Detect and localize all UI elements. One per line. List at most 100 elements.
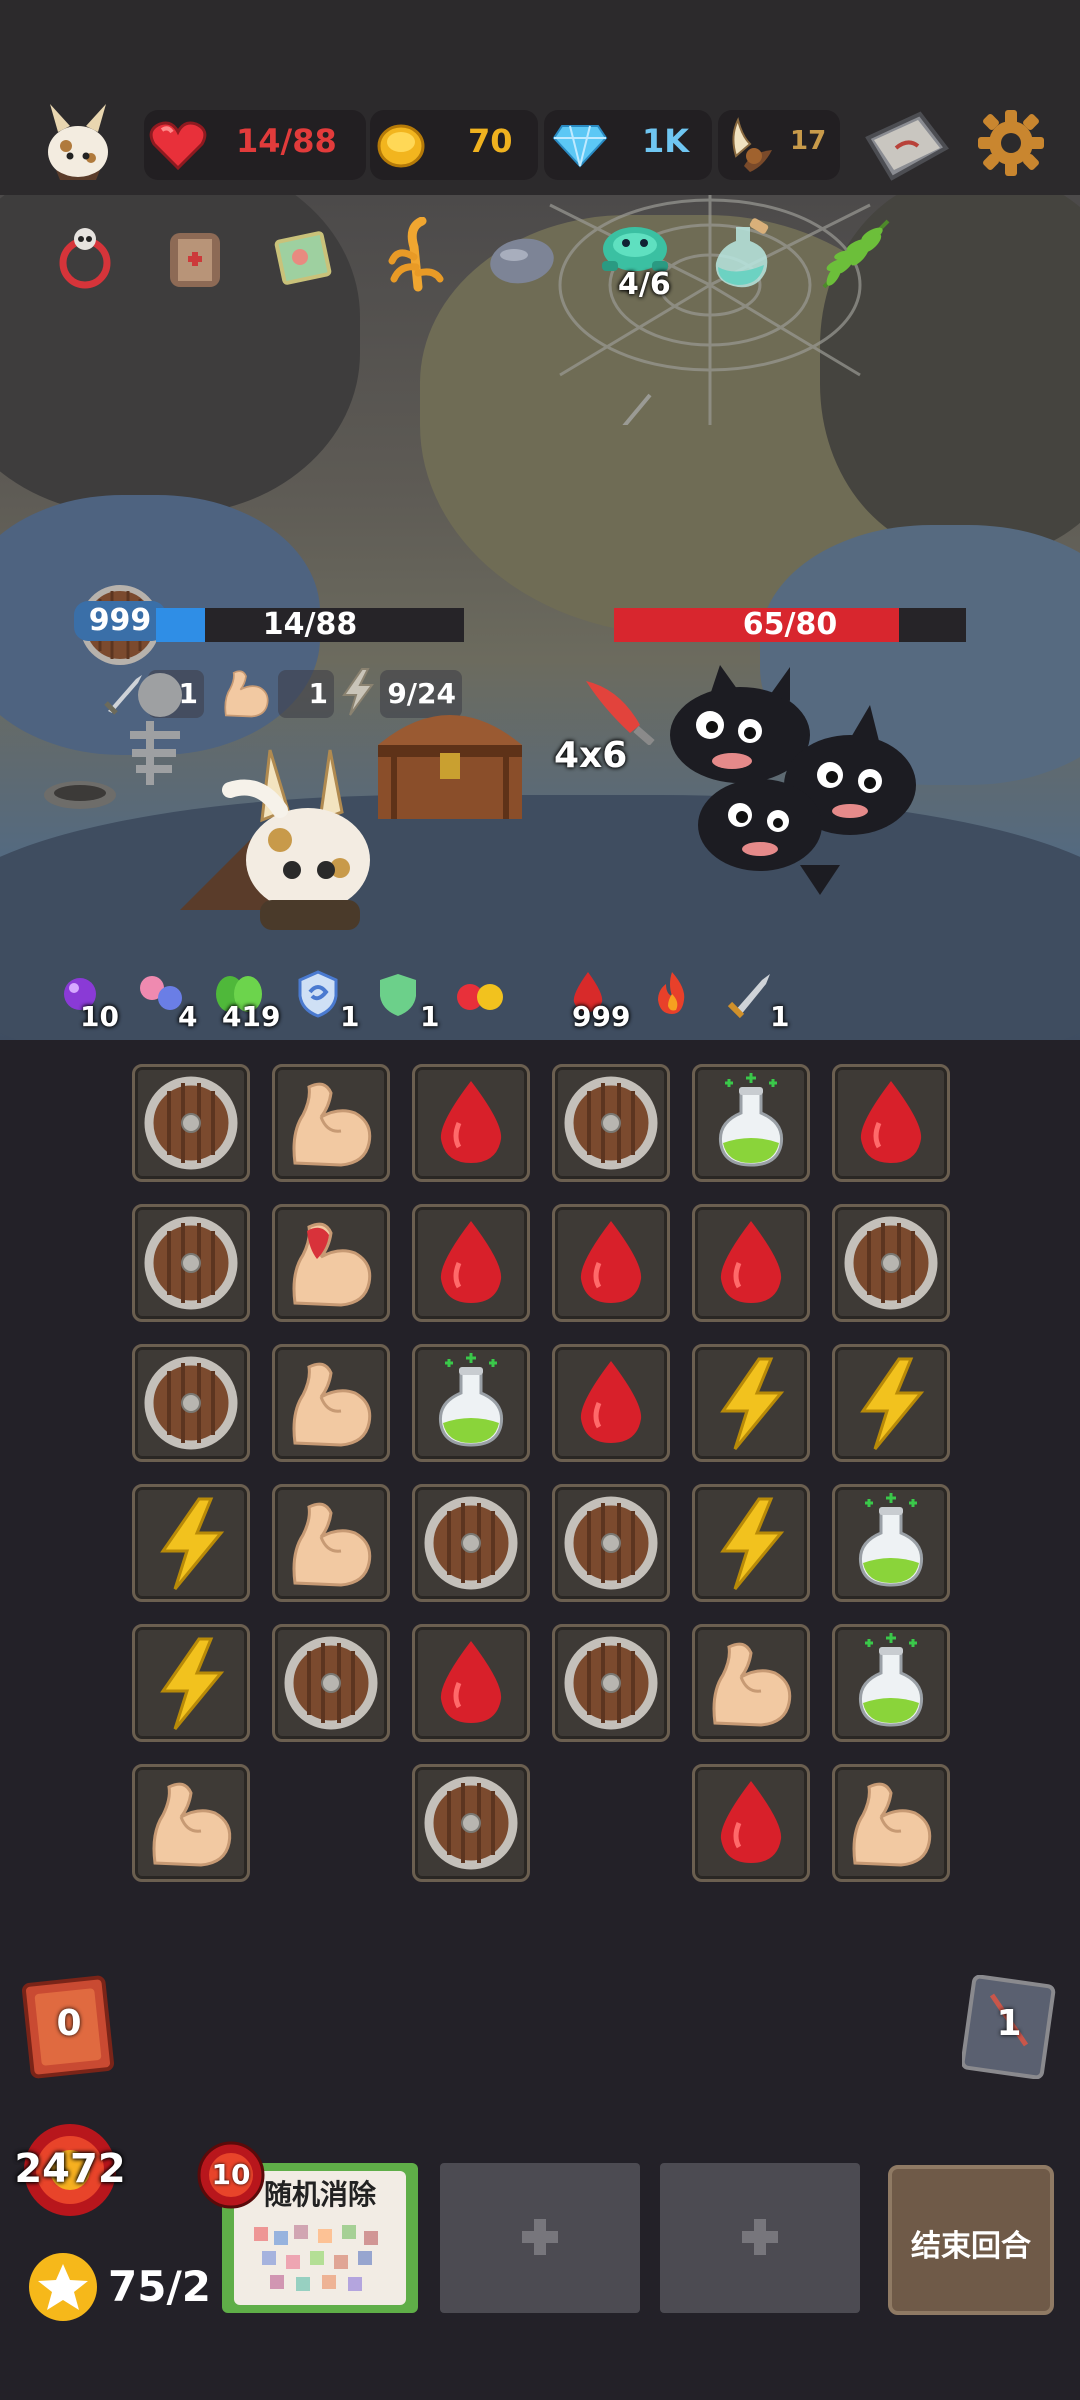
player-hp-text: 14/88 [262,607,358,642]
avatar-icon[interactable] [36,100,120,184]
relic-bar: 4/6 [0,195,1080,315]
tile-shield[interactable] [412,1484,530,1602]
gem-pill: 1K [544,110,712,180]
blood-icon [841,1073,941,1173]
discard-pile[interactable]: 1 [960,1974,1056,2080]
potion-icon [438,1353,504,1447]
skull-ring-icon[interactable] [54,225,116,291]
arm-icon [852,1782,932,1867]
player-hp-bar: 14/88 [156,608,464,642]
score-value: 2472 [14,2146,126,2192]
draw-pile-count: 0 [56,2003,82,2044]
card-cost-badge: 10 [196,2140,266,2210]
hp-value: 14/88 [236,122,337,160]
tile-potion[interactable] [832,1484,950,1602]
gold-pill: 70 [370,110,538,180]
tile-blood[interactable] [552,1204,670,1322]
tile-bolt[interactable] [132,1624,250,1742]
star-value: 75/2 [108,2262,212,2311]
player-shield-value: 999 [74,601,166,641]
fern-leaf-icon[interactable] [814,215,894,295]
player-shield-badge: 999 [74,585,166,665]
tile-blood[interactable] [692,1204,810,1322]
tile-bolt[interactable] [692,1484,810,1602]
tile-blood[interactable] [552,1344,670,1462]
tile-potion[interactable] [832,1624,950,1742]
tile-shield[interactable] [132,1204,250,1322]
tile-shield[interactable] [832,1204,950,1322]
arm-icon [292,1362,372,1447]
buff-value-green-shield: 1 [420,1000,440,1033]
shield-swirl-icon [298,970,338,1018]
shadow-wolf-enemy-sprite [670,665,916,895]
arm-icon [292,1502,372,1587]
flame-icon [658,972,685,1014]
tile-potion[interactable] [692,1064,810,1182]
tile-arm[interactable] [832,1764,950,1882]
tile-shield[interactable] [552,1484,670,1602]
buff-value-gem-pair: 4 [178,1000,198,1033]
tile-blood[interactable] [692,1764,810,1882]
tile-blood[interactable] [412,1064,530,1182]
battle-scene: 4/6 999 14/88 1 1 9/24 65/80 4x6 10 4 41… [0,195,1080,1040]
arm-icon [292,1082,372,1167]
tile-arm[interactable] [272,1484,390,1602]
tile-shield[interactable] [412,1764,530,1882]
tile-shield[interactable] [132,1344,250,1462]
tile-bolt[interactable] [692,1344,810,1462]
blood-icon [701,1773,801,1873]
star-counter: 75/2 [28,2252,228,2324]
empty-card-slot-2[interactable] [660,2163,860,2313]
enemy-intent-value: 4x6 [554,735,628,776]
heart-icon [149,121,207,171]
tile-blood[interactable] [832,1064,950,1182]
shield-icon [141,1073,241,1173]
tile-arm[interactable] [692,1624,810,1742]
bolt-icon [721,1357,783,1451]
tile-arm[interactable] [272,1344,390,1462]
tile-shield[interactable] [552,1064,670,1182]
red-yellow-orbs-icon [457,984,503,1010]
empty-card-slot-1[interactable] [440,2163,640,2313]
buff-value-leaf: 419 [222,1000,281,1033]
bolt-icon [161,1497,223,1591]
tile-blood[interactable] [412,1624,530,1742]
gear-icon[interactable] [976,108,1046,178]
tile-arm[interactable] [272,1064,390,1182]
shield-icon [561,1073,661,1173]
claw-icon[interactable] [378,217,450,293]
card-cost-value: 10 [211,2158,251,2191]
tile-blood[interactable] [412,1204,530,1322]
stone-icon[interactable] [486,233,558,287]
tile-bolt[interactable] [132,1484,250,1602]
tile-shield[interactable] [272,1624,390,1742]
plus-icon [522,2219,558,2255]
tile-arm-red[interactable] [272,1204,390,1322]
enemy-hp-bar: 65/80 [614,608,966,642]
bandage-scroll-icon[interactable] [164,225,226,291]
bolt-icon [861,1357,923,1451]
map-icon[interactable] [862,108,950,184]
card-pack-icon[interactable] [270,225,336,291]
arm-icon [224,670,269,718]
tile-arm[interactable] [132,1764,250,1882]
enemy-buff-value-sword: 1 [770,1000,790,1033]
draw-pile[interactable]: 0 [22,1975,116,2079]
blood-icon [421,1633,521,1733]
tile-bolt[interactable] [832,1344,950,1462]
tile-shield[interactable] [132,1064,250,1182]
tile-potion[interactable] [412,1344,530,1462]
bolt-icon [161,1637,223,1731]
potion-bottle-icon[interactable] [706,217,780,293]
blood-icon [421,1213,521,1313]
shield-icon [141,1213,241,1313]
tile-shield[interactable] [552,1624,670,1742]
enemy-buff-row: 999 1 [560,970,800,1040]
sword-icon [727,974,770,1019]
end-turn-button[interactable]: 结束回合 [888,2165,1054,2315]
buff-value-shield-swirl: 1 [340,1000,360,1033]
green-shield-icon [380,974,416,1016]
horn-pill: 17 [718,110,840,180]
gem-value: 1K [642,122,690,160]
discard-pile-count: 1 [996,2003,1022,2044]
